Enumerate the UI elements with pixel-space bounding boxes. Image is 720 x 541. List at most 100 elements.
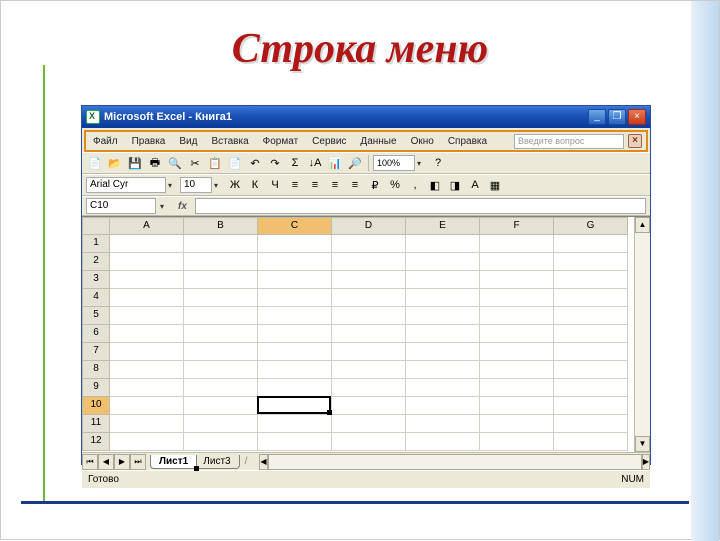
scroll-up-button[interactable]: ▲	[635, 217, 650, 233]
cell[interactable]	[184, 307, 258, 325]
cell[interactable]	[480, 235, 554, 253]
cell[interactable]	[110, 271, 184, 289]
dropdown-icon[interactable]: ▾	[417, 159, 427, 168]
cell[interactable]	[332, 253, 406, 271]
row-header-12[interactable]: 12	[82, 433, 110, 451]
sheet-tab-Лист2[interactable]: Лист2	[150, 455, 195, 469]
cell[interactable]	[554, 361, 628, 379]
std-btn-1[interactable]: 📂	[106, 154, 124, 172]
fmt-btn-3[interactable]: ≡	[286, 176, 304, 194]
cell[interactable]	[554, 397, 628, 415]
cell[interactable]	[332, 361, 406, 379]
cell[interactable]	[480, 379, 554, 397]
cell[interactable]	[480, 271, 554, 289]
std-btn-5[interactable]: ✂	[186, 154, 204, 172]
cell[interactable]	[480, 433, 554, 451]
cell[interactable]	[258, 235, 332, 253]
menu-item-вид[interactable]: Вид	[176, 135, 200, 148]
cell[interactable]	[554, 433, 628, 451]
menu-item-сервис[interactable]: Сервис	[309, 135, 349, 148]
cell[interactable]	[184, 361, 258, 379]
cell[interactable]	[554, 379, 628, 397]
cell[interactable]	[480, 289, 554, 307]
row-header-6[interactable]: 6	[82, 325, 110, 343]
fmt-btn-10[interactable]: ◧	[426, 176, 444, 194]
scroll-down-button[interactable]: ▼	[635, 436, 650, 452]
sheet-nav-2[interactable]: ▶	[114, 454, 130, 470]
fmt-btn-8[interactable]: %	[386, 176, 404, 194]
cell[interactable]	[554, 271, 628, 289]
cell[interactable]	[332, 397, 406, 415]
col-header-E[interactable]: E	[406, 217, 480, 235]
std-btn-9[interactable]: ↷	[266, 154, 284, 172]
cell[interactable]	[258, 271, 332, 289]
std-btn-13[interactable]: 🔎	[346, 154, 364, 172]
cell[interactable]	[258, 325, 332, 343]
horizontal-scrollbar[interactable]: ◀ ▶	[259, 454, 650, 470]
cell[interactable]	[184, 253, 258, 271]
cell[interactable]	[554, 325, 628, 343]
cell[interactable]	[406, 271, 480, 289]
std-btn-2[interactable]: 💾	[126, 154, 144, 172]
cell[interactable]	[258, 307, 332, 325]
fmt-btn-0[interactable]: Ж	[226, 176, 244, 194]
std-btn-8[interactable]: ↶	[246, 154, 264, 172]
cell[interactable]	[110, 433, 184, 451]
cell[interactable]	[110, 307, 184, 325]
cell[interactable]	[332, 379, 406, 397]
cell[interactable]	[480, 325, 554, 343]
menu-item-вставка[interactable]: Вставка	[208, 135, 251, 148]
select-all-corner[interactable]	[82, 217, 110, 235]
std-btn-3[interactable]: 🖶	[146, 154, 164, 172]
fx-icon[interactable]: fx	[174, 201, 191, 212]
scroll-right-button[interactable]: ▶	[642, 454, 650, 470]
cell[interactable]	[332, 271, 406, 289]
col-header-D[interactable]: D	[332, 217, 406, 235]
cell[interactable]	[480, 361, 554, 379]
dropdown-icon[interactable]: ▾	[168, 181, 178, 190]
menu-item-справка[interactable]: Справка	[445, 135, 490, 148]
close-button[interactable]: ×	[628, 109, 646, 125]
cell[interactable]	[332, 433, 406, 451]
cell[interactable]	[184, 235, 258, 253]
cell[interactable]	[258, 253, 332, 271]
vertical-scrollbar[interactable]: ▲ ▼	[634, 217, 650, 452]
cell[interactable]	[110, 325, 184, 343]
cell[interactable]	[110, 397, 184, 415]
row-header-7[interactable]: 7	[82, 343, 110, 361]
cell[interactable]	[258, 415, 332, 433]
cell[interactable]	[258, 433, 332, 451]
cell[interactable]	[406, 307, 480, 325]
cell[interactable]	[184, 289, 258, 307]
cell[interactable]	[406, 343, 480, 361]
fmt-btn-12[interactable]: A	[466, 176, 484, 194]
cell[interactable]	[332, 307, 406, 325]
ask-question-box[interactable]: Введите вопрос	[514, 134, 624, 149]
cell[interactable]	[258, 361, 332, 379]
row-header-5[interactable]: 5	[82, 307, 110, 325]
name-box[interactable]: C10	[86, 198, 156, 214]
font-size-select[interactable]: 10	[180, 177, 212, 193]
titlebar[interactable]: Microsoft Excel - Книга1 _ ❐ ×	[82, 106, 650, 128]
fmt-btn-1[interactable]: К	[246, 176, 264, 194]
col-header-A[interactable]: A	[110, 217, 184, 235]
cell[interactable]	[110, 361, 184, 379]
cell[interactable]	[406, 235, 480, 253]
row-header-9[interactable]: 9	[82, 379, 110, 397]
document-close-button[interactable]: ×	[628, 134, 642, 148]
cell[interactable]	[554, 253, 628, 271]
minimize-button[interactable]: _	[588, 109, 606, 125]
row-header-8[interactable]: 8	[82, 361, 110, 379]
scroll-track[interactable]	[635, 233, 650, 436]
sheet-tab-Лист3[interactable]: Лист3	[194, 455, 239, 469]
cell[interactable]	[184, 271, 258, 289]
cell[interactable]	[406, 253, 480, 271]
fmt-btn-5[interactable]: ≡	[326, 176, 344, 194]
fmt-btn-11[interactable]: ◨	[446, 176, 464, 194]
cell[interactable]	[258, 289, 332, 307]
cell[interactable]	[110, 235, 184, 253]
std-btn-6[interactable]: 📋	[206, 154, 224, 172]
cell[interactable]	[406, 289, 480, 307]
std-btn-12[interactable]: 📊	[326, 154, 344, 172]
fmt-btn-4[interactable]: ≡	[306, 176, 324, 194]
